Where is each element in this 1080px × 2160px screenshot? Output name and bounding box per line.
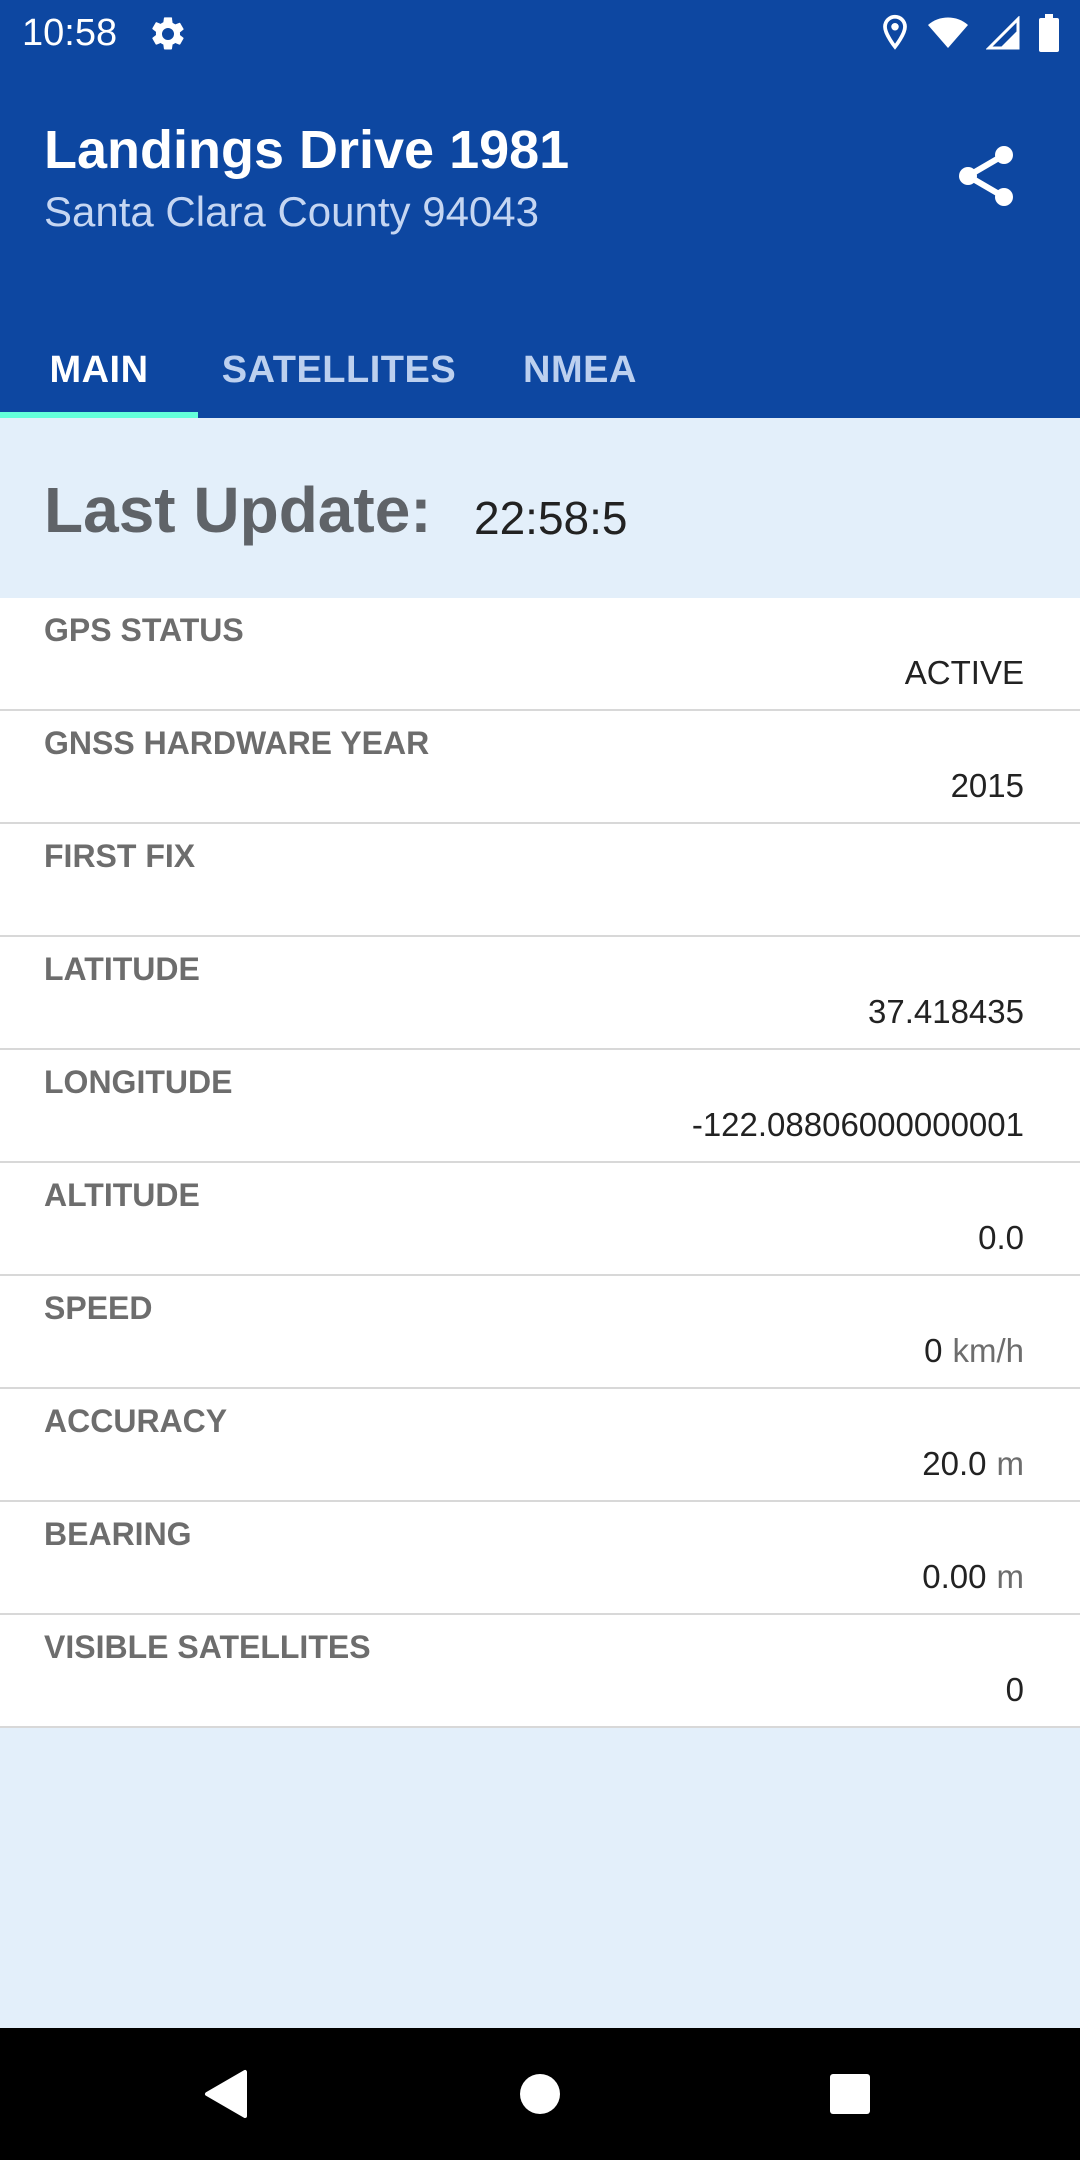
row-label: FIRST FIX	[44, 838, 196, 874]
row-value: 0.00 m	[922, 1556, 1024, 1598]
value-text: 0.00	[922, 1558, 987, 1595]
row-gps-status: GPS STATUS ACTIVE	[0, 598, 1080, 711]
tab-nmea[interactable]: NMEA	[500, 322, 660, 418]
value-text: 37.418435	[868, 993, 1024, 1030]
row-longitude: LONGITUDE -122.08806000000001	[0, 1050, 1080, 1163]
row-value: 0 km/h	[924, 1330, 1024, 1372]
app-bar: Landings Drive 1981 Santa Clara County 9…	[0, 66, 1080, 418]
share-button[interactable]	[946, 136, 1026, 216]
tab-main[interactable]: MAIN	[0, 322, 198, 418]
value-unit: km/h	[952, 1332, 1024, 1369]
row-value: 0	[1006, 1669, 1024, 1711]
row-label: BEARING	[44, 1516, 192, 1552]
battery-icon	[1038, 14, 1060, 52]
row-value: ACTIVE	[905, 652, 1024, 694]
page-subtitle: Santa Clara County 94043	[44, 188, 539, 235]
row-bearing: BEARING 0.00 m	[0, 1502, 1080, 1615]
row-gnss-hardware-year: GNSS HARDWARE YEAR 2015	[0, 711, 1080, 824]
row-value: 0.0	[978, 1217, 1024, 1259]
row-value: 2015	[951, 765, 1024, 807]
row-label: LATITUDE	[44, 951, 200, 987]
share-icon	[959, 146, 1013, 206]
value-text: -122.08806000000001	[691, 1106, 1024, 1143]
recents-button[interactable]	[820, 2064, 880, 2124]
wifi-icon	[928, 17, 968, 49]
tab-bar: MAIN SATELLITES NMEA	[0, 322, 1080, 418]
row-latitude: LATITUDE 37.418435	[0, 937, 1080, 1050]
value-text: 0	[924, 1332, 943, 1369]
value-text: 0.0	[978, 1219, 1024, 1256]
value-text: ACTIVE	[904, 654, 1024, 691]
value-unit: m	[996, 1445, 1025, 1482]
row-label: LONGITUDE	[44, 1064, 233, 1100]
last-update-label: Last Update:	[44, 474, 432, 546]
row-label: SPEED	[44, 1290, 153, 1326]
status-bar: 10:58	[0, 0, 1080, 66]
row-value: 37.418435	[868, 991, 1024, 1033]
settings-gear-icon	[148, 14, 188, 54]
row-label: ACCURACY	[44, 1403, 228, 1439]
row-visible-satellites: VISIBLE SATELLITES 0	[0, 1615, 1080, 1728]
value-unit: m	[996, 1558, 1025, 1595]
value-text: 0	[1005, 1671, 1024, 1708]
location-icon	[880, 14, 910, 52]
back-button[interactable]	[196, 2064, 256, 2124]
tab-satellites[interactable]: SATELLITES	[210, 322, 468, 418]
row-accuracy: ACCURACY 20.0 m	[0, 1389, 1080, 1502]
row-first-fix: FIRST FIX	[0, 824, 1080, 937]
last-update-value: 22:58:5	[474, 492, 628, 544]
row-label: ALTITUDE	[44, 1177, 200, 1213]
recents-icon	[830, 2074, 870, 2114]
value-text: 20.0	[922, 1445, 987, 1482]
row-label: GNSS HARDWARE YEAR	[44, 725, 430, 761]
gps-info-list: GPS STATUS ACTIVE GNSS HARDWARE YEAR 201…	[0, 598, 1080, 1728]
row-altitude: ALTITUDE 0.0	[0, 1163, 1080, 1276]
home-icon	[520, 2074, 560, 2114]
navigation-bar	[0, 2028, 1080, 2160]
back-icon	[205, 2070, 247, 2118]
value-text: 2015	[950, 767, 1024, 804]
row-label: VISIBLE SATELLITES	[44, 1629, 371, 1665]
signal-icon	[986, 16, 1020, 50]
row-speed: SPEED 0 km/h	[0, 1276, 1080, 1389]
last-update-section: Last Update: 22:58:5	[0, 418, 1080, 598]
row-value: -122.08806000000001	[692, 1104, 1024, 1146]
page-title: Landings Drive 1981	[44, 120, 570, 180]
home-button[interactable]	[510, 2064, 570, 2124]
row-value: 20.0 m	[922, 1443, 1024, 1485]
status-time: 10:58	[22, 12, 118, 54]
row-label: GPS STATUS	[44, 612, 244, 648]
